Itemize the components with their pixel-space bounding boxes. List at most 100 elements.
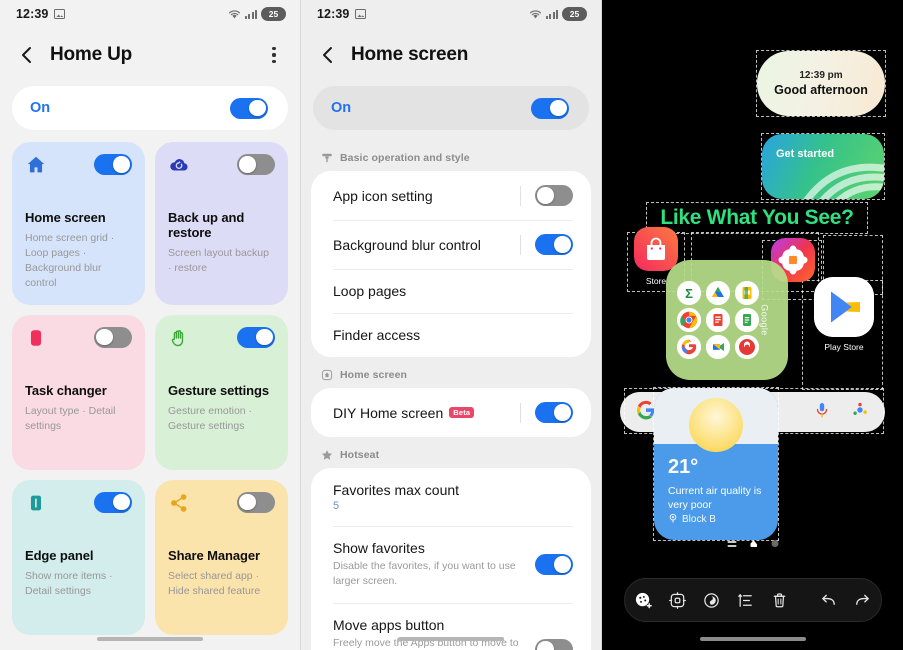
row-text: DIY Home screen Beta: [333, 405, 520, 421]
home-up-master-switch-row[interactable]: On: [12, 86, 288, 130]
google-docs-icon: [735, 308, 759, 332]
home-up-settings-panel: 12:39 25 Home Up On Home screen Home scr…: [0, 0, 301, 650]
card-gesture-settings[interactable]: Gesture settings Gesture emotion · Gestu…: [155, 314, 288, 470]
row-divider: [520, 185, 521, 206]
paint-roller-icon: [321, 152, 333, 164]
card-title: Gesture settings: [168, 382, 269, 398]
status-bar-left-group: 12:39: [317, 7, 367, 21]
row-background-blur-control[interactable]: Background blur control: [311, 220, 591, 269]
card-header: [168, 326, 275, 353]
master-switch-label: On: [331, 100, 352, 116]
card-back-up-and-restore[interactable]: Back up and restore Screen layout backup…: [155, 142, 288, 305]
home-screen-settings-panel: 12:39 25 Home screen On Basic operation …: [301, 0, 602, 650]
card-edge-panel[interactable]: Edge panel Show more items · Detail sett…: [12, 479, 145, 635]
section-header-label: Home screen: [340, 369, 408, 381]
card-toggle-back-up-and-restore[interactable]: [237, 154, 275, 175]
app-icon-play-store[interactable]: Play Store: [813, 277, 875, 355]
google-lens-icon[interactable]: [851, 401, 869, 424]
home-indicator-right[interactable]: [699, 637, 806, 641]
google-meet-icon: [706, 335, 730, 359]
row-title: Favorites max count: [333, 482, 460, 498]
search-widget-actions: [813, 401, 869, 424]
toggle-show-favorites[interactable]: [535, 554, 573, 576]
master-switch-label: On: [30, 100, 51, 116]
back-chevron-icon[interactable]: [317, 44, 339, 66]
card-toggle-task-changer[interactable]: [94, 326, 132, 348]
row-app-icon-setting[interactable]: App icon setting: [311, 171, 591, 220]
row-title: Show favorites: [333, 540, 425, 556]
folder-google[interactable]: Σ Google: [666, 260, 788, 380]
signal-icon: [245, 9, 257, 19]
row-move-apps-button[interactable]: Move apps button Freely move the Apps bu…: [311, 603, 591, 650]
add-theme-icon[interactable]: [634, 591, 653, 610]
section-header-basic-operation-and-style: Basic operation and style: [311, 140, 591, 171]
card-toggle-share-manager[interactable]: [237, 491, 275, 513]
decorative-arcs: [795, 134, 884, 199]
row-text: Loop pages: [333, 283, 573, 299]
home-page-dot[interactable]: [750, 540, 757, 547]
rounded-square-icon: [25, 327, 47, 349]
row-title: App icon setting: [333, 187, 433, 204]
section-header-hotseat: Hotseat: [311, 437, 591, 468]
home-screen-master-switch-row[interactable]: On: [313, 86, 589, 130]
row-divider: [520, 234, 521, 255]
toggle-diy-home-screen[interactable]: [535, 402, 573, 423]
master-switch-toggle[interactable]: [531, 97, 569, 119]
page-dot[interactable]: [771, 540, 778, 547]
card-share-manager[interactable]: Share Manager Select shared app · Hide s…: [155, 479, 288, 635]
row-text: Favorites max count 5: [333, 482, 573, 512]
battery-indicator: 25: [562, 7, 587, 21]
card-toggle-home-screen[interactable]: [94, 154, 132, 175]
row-loop-pages[interactable]: Loop pages: [311, 269, 591, 313]
apps-list-dot[interactable]: [727, 540, 736, 547]
weather-widget[interactable]: 21° Current air quality is very poor Blo…: [654, 388, 778, 540]
row-diy-home-screen[interactable]: DIY Home screen Beta: [311, 388, 591, 437]
home-indicator-left[interactable]: [97, 637, 203, 641]
greeting-time: 12:39 pm: [799, 70, 843, 81]
greeting-widget[interactable]: 12:39 pm Good afternoon: [757, 51, 885, 116]
card-task-changer[interactable]: Task changer Layout type · Detail settin…: [12, 314, 145, 470]
get-started-widget[interactable]: Get started: [762, 134, 884, 199]
folder-label: Google: [759, 304, 770, 336]
app-bar-middle: Home screen: [301, 28, 601, 82]
redo-icon[interactable]: [853, 591, 872, 610]
card-home-screen[interactable]: Home screen Home screen grid · Loop page…: [12, 142, 145, 305]
more-options-icon[interactable]: [264, 47, 284, 63]
row-title: DIY Home screen: [333, 404, 444, 421]
home-icon: [25, 154, 47, 176]
card-toggle-gesture-settings[interactable]: [237, 326, 275, 348]
theme-icon[interactable]: [702, 591, 721, 610]
widgets-icon[interactable]: [668, 591, 687, 610]
row-finder-access[interactable]: Finder access: [311, 313, 591, 357]
row-control: [535, 554, 573, 576]
toggle-background-blur-control[interactable]: [535, 234, 573, 255]
row-show-favorites[interactable]: Show favorites Disable the favorites, if…: [311, 526, 591, 603]
page-title: Home Up: [50, 44, 132, 65]
galaxy-store-icon: [634, 227, 678, 271]
trash-icon[interactable]: [770, 591, 789, 610]
row-favorites-max-count[interactable]: Favorites max count 5: [311, 468, 591, 526]
feature-card-grid: Home screen Home screen grid · Loop page…: [0, 130, 300, 635]
card-description: Select shared app · Hide shared feature: [168, 569, 261, 597]
row-control: [520, 402, 573, 423]
row-control: [520, 234, 573, 255]
master-switch-toggle[interactable]: [230, 97, 268, 119]
undo-icon[interactable]: [819, 591, 838, 610]
toggle-app-icon-setting[interactable]: [535, 185, 573, 206]
microphone-icon[interactable]: [813, 401, 831, 424]
weather-temperature: 21°: [668, 456, 699, 478]
sort-icon[interactable]: [736, 591, 755, 610]
card-title: Home screen: [25, 210, 106, 225]
row-text: Background blur control: [333, 237, 520, 253]
home-indicator-middle[interactable]: [398, 637, 504, 641]
card-description: Show more items · Detail settings: [25, 569, 113, 597]
google-g-icon: [636, 400, 656, 425]
location-pin-icon: [668, 513, 678, 526]
image-icon: [54, 9, 66, 19]
google-slides-icon: [735, 281, 759, 305]
back-chevron-icon[interactable]: [16, 44, 38, 66]
card-toggle-edge-panel[interactable]: [94, 491, 132, 513]
page-indicator: [727, 540, 778, 547]
toggle-move-apps-button[interactable]: [535, 639, 573, 650]
row-control: [520, 185, 573, 206]
